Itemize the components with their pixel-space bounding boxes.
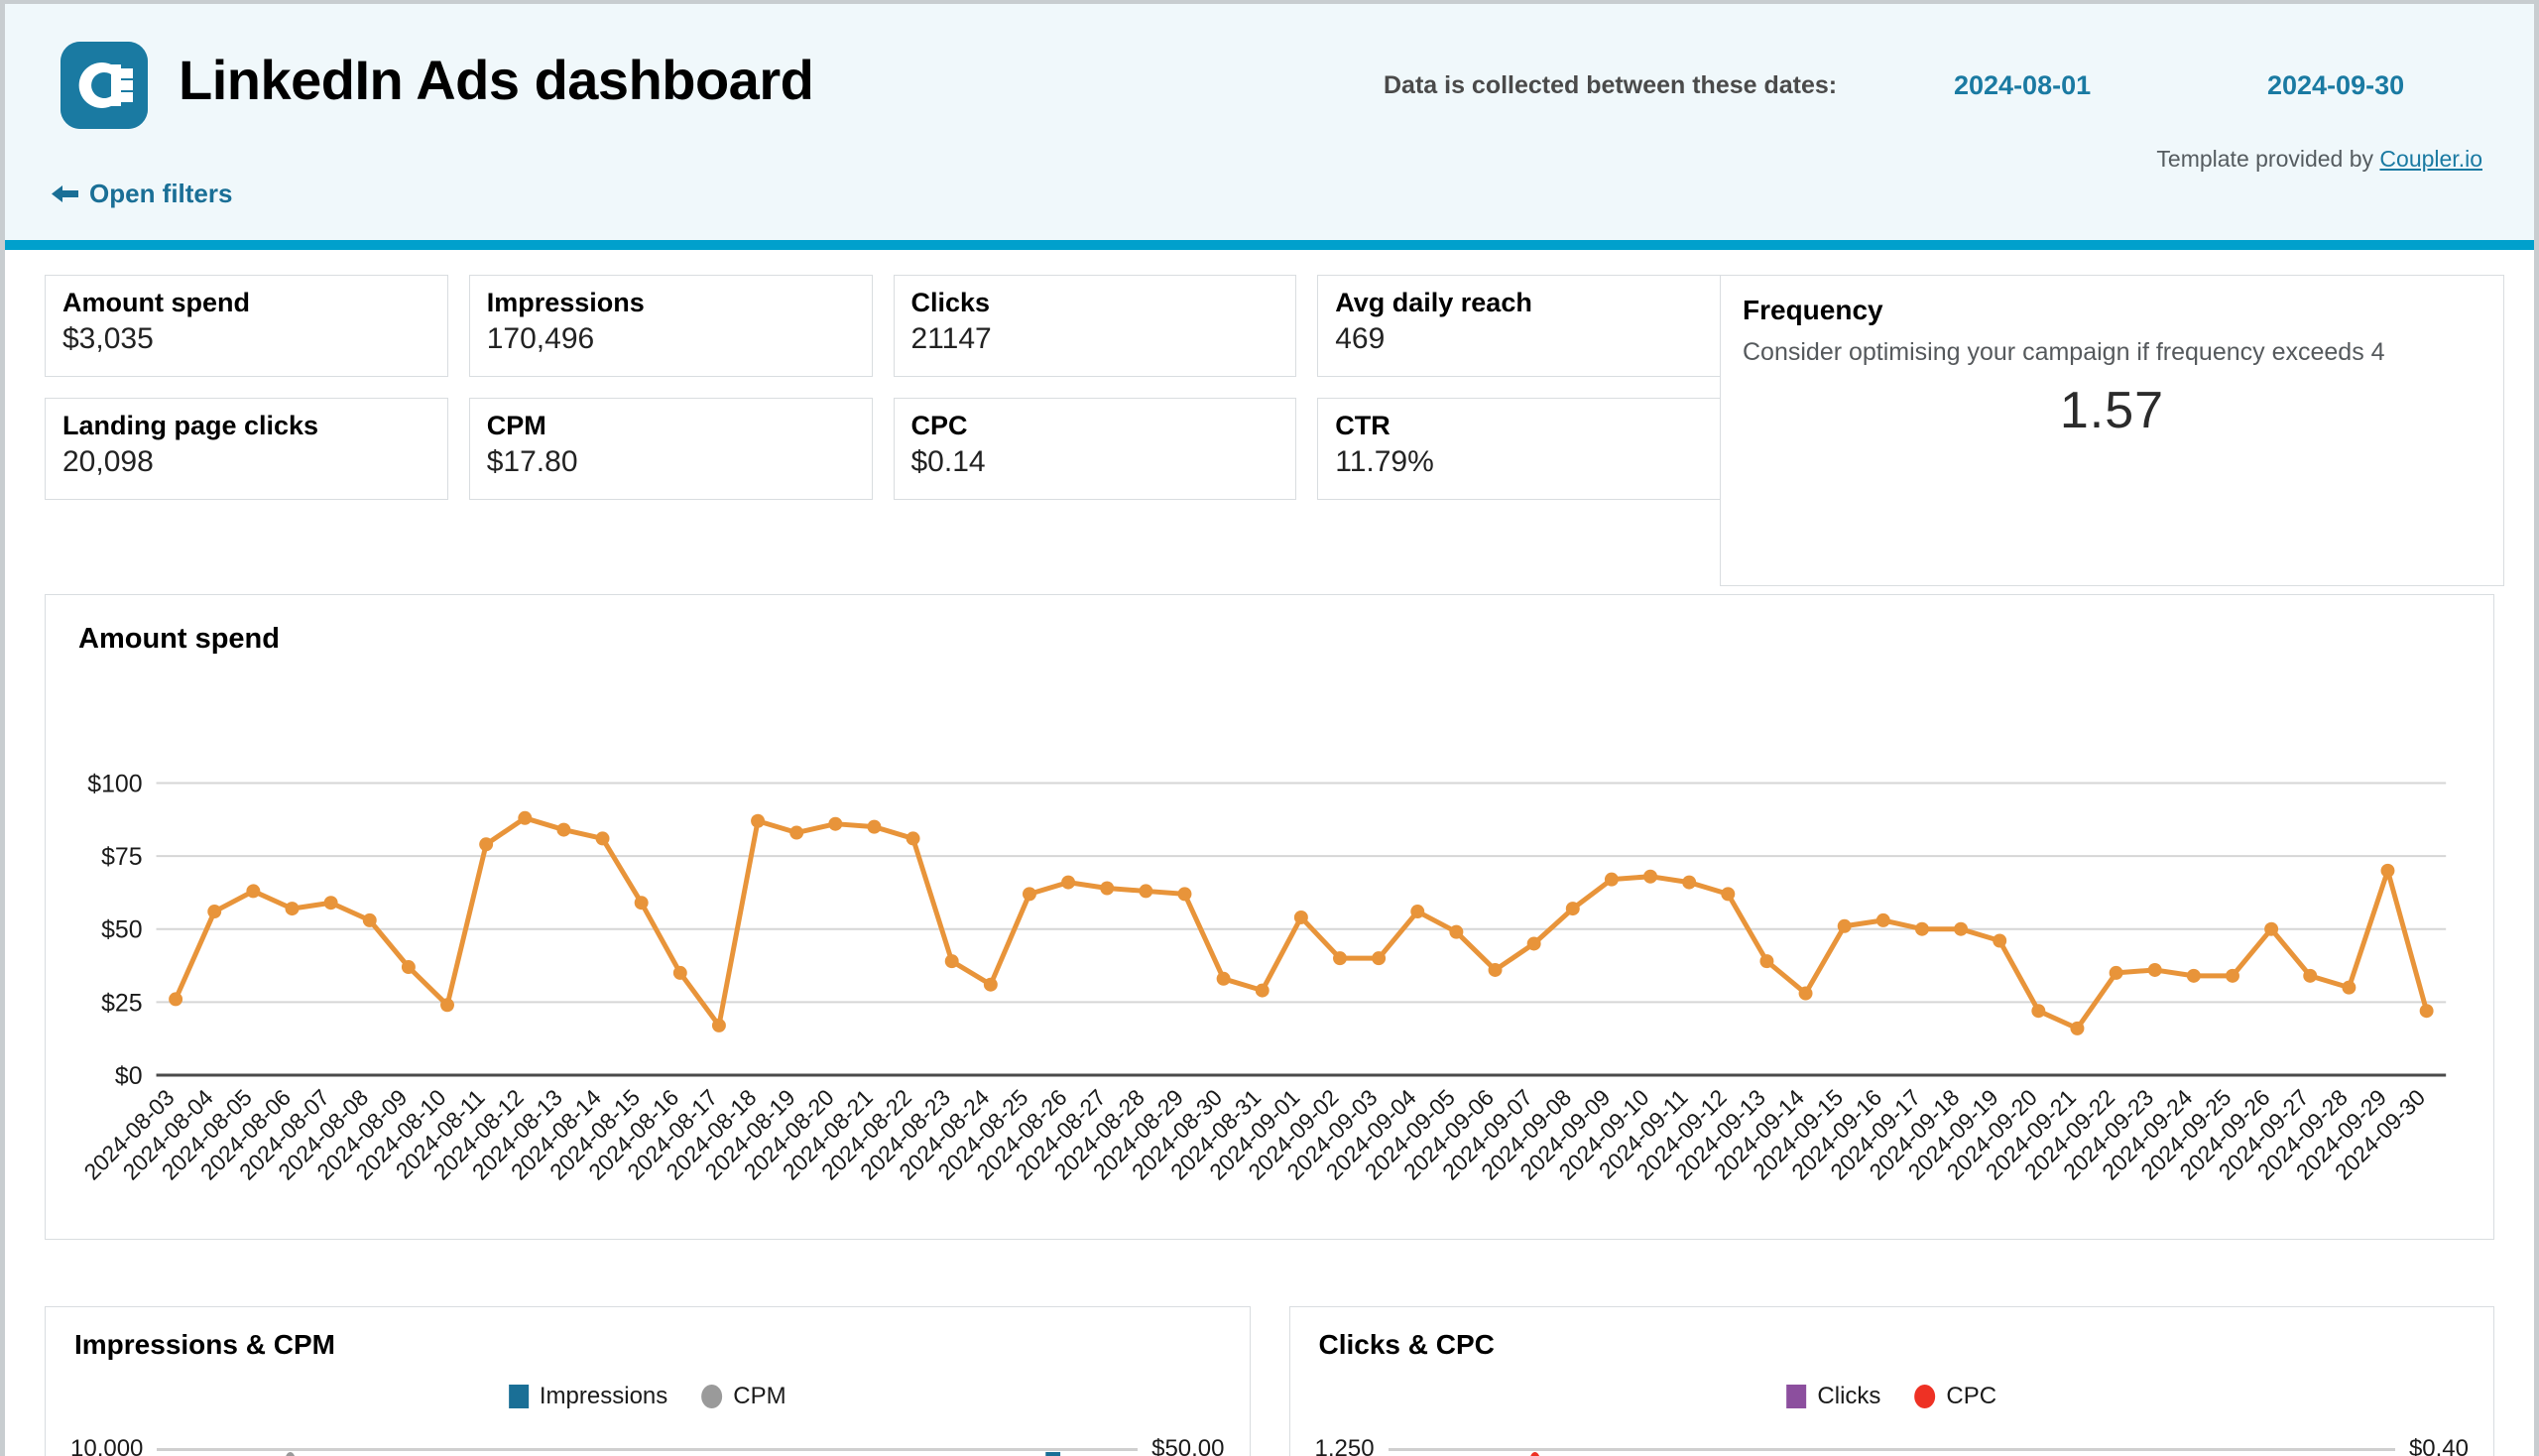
kpi-value: 21147 bbox=[910, 322, 992, 356]
impressions-cpm-plot[interactable] bbox=[46, 1446, 1250, 1456]
legend-label: CPC bbox=[1946, 1383, 1997, 1409]
kpi-card-ctr: CTR 11.79% bbox=[1317, 398, 1721, 500]
kpi-card-amount-spend: Amount spend $3,035 bbox=[45, 275, 448, 377]
amount-spend-chart-panel: Amount spend $0 $25 $50 $75 $100 2024-08-03 20… bbox=[45, 594, 2494, 1240]
legend-item-cpm[interactable]: CPM bbox=[701, 1383, 786, 1410]
clicks-cpc-panel: Clicks & CPC Clicks CPC 1,250 $0.40 bbox=[1288, 1306, 2494, 1456]
impressions-swatch-icon bbox=[508, 1385, 529, 1408]
dashboard-header: LinkedIn Ads dashboard Data is collected… bbox=[5, 4, 2534, 250]
kpi-title: Landing page clicks bbox=[62, 411, 319, 440]
date-range-to[interactable]: 2024-09-30 bbox=[2267, 70, 2404, 101]
legend-label: Clicks bbox=[1817, 1383, 1881, 1409]
date-range-label: Data is collected between these dates: bbox=[1384, 71, 1838, 99]
frequency-card: Frequency Consider optimising your campa… bbox=[1720, 275, 2504, 586]
frequency-title: Frequency bbox=[1743, 295, 1883, 325]
kpi-card-impressions: Impressions 170,496 bbox=[468, 275, 873, 377]
kpi-title: CPM bbox=[486, 411, 546, 440]
date-range-from[interactable]: 2024-08-01 bbox=[1954, 70, 2091, 101]
impressions-cpm-legend: Impressions CPM bbox=[508, 1383, 786, 1410]
kpi-value: $3,035 bbox=[62, 322, 154, 356]
clicks-cpc-legend: Clicks CPC bbox=[1786, 1383, 1996, 1410]
open-filters-label: Open filters bbox=[89, 179, 233, 208]
clicks-cpc-title: Clicks & CPC bbox=[1318, 1329, 1495, 1360]
legend-item-cpc[interactable]: CPC bbox=[1914, 1383, 1996, 1410]
legend-label: CPM bbox=[733, 1383, 786, 1409]
kpi-title: CPC bbox=[910, 411, 968, 440]
kpi-value: 469 bbox=[1335, 322, 1386, 356]
arrow-left-icon bbox=[52, 182, 78, 205]
svg-text:$100: $100 bbox=[87, 770, 142, 797]
open-filters-button[interactable]: Open filters bbox=[52, 179, 232, 209]
kpi-value: 20,098 bbox=[62, 445, 154, 479]
bottom-charts-row: Impressions & CPM Impressions CPM 10,000… bbox=[45, 1306, 2494, 1456]
legend-item-clicks[interactable]: Clicks bbox=[1786, 1383, 1880, 1410]
impressions-cpm-panel: Impressions & CPM Impressions CPM 10,000… bbox=[45, 1306, 1251, 1456]
svg-text:$50: $50 bbox=[101, 916, 143, 944]
kpi-row-1: Amount spend $3,035 Impressions 170,496 … bbox=[45, 275, 1721, 377]
clicks-swatch-icon bbox=[1786, 1385, 1807, 1408]
kpi-title: Impressions bbox=[486, 288, 645, 317]
kpi-value: 170,496 bbox=[486, 322, 595, 356]
cpm-swatch-icon bbox=[701, 1385, 723, 1408]
kpi-title: CTR bbox=[1335, 411, 1390, 440]
kpi-section: Amount spend $3,035 Impressions 170,496 … bbox=[5, 250, 2534, 586]
amount-spend-chart[interactable]: $0 $25 $50 $75 $100 2024-08-03 2024-08-04 2024-… bbox=[46, 595, 2493, 1239]
impressions-cpm-title: Impressions & CPM bbox=[74, 1329, 335, 1360]
kpi-title: Amount spend bbox=[62, 288, 250, 317]
frequency-subtitle: Consider optimising your campaign if fre… bbox=[1743, 338, 2385, 366]
template-credit-text: Template provided by bbox=[2156, 146, 2380, 172]
kpi-card-clicks: Clicks 21147 bbox=[893, 275, 1297, 377]
kpi-grid: Amount spend $3,035 Impressions 170,496 … bbox=[45, 275, 1721, 500]
dashboard-page: LinkedIn Ads dashboard Data is collected… bbox=[0, 0, 2539, 1456]
kpi-value: $0.14 bbox=[910, 445, 986, 479]
kpi-title: Avg daily reach bbox=[1335, 288, 1532, 317]
clicks-cpc-plot[interactable] bbox=[1290, 1446, 2494, 1456]
header-accent-bar bbox=[5, 240, 2534, 250]
kpi-card-landing-page-clicks: Landing page clicks 20,098 bbox=[45, 398, 448, 500]
kpi-card-cpm: CPM $17.80 bbox=[468, 398, 873, 500]
kpi-row-2: Landing page clicks 20,098 CPM $17.80 CP… bbox=[45, 398, 1721, 500]
svg-text:$0: $0 bbox=[115, 1062, 143, 1090]
cpc-swatch-icon bbox=[1914, 1385, 1936, 1408]
coupler-io-link[interactable]: Coupler.io bbox=[2379, 146, 2482, 172]
legend-label: Impressions bbox=[539, 1383, 668, 1409]
kpi-value: 11.79% bbox=[1335, 445, 1434, 479]
coupler-logo-icon bbox=[60, 42, 148, 129]
legend-item-impressions[interactable]: Impressions bbox=[508, 1383, 668, 1410]
svg-text:$75: $75 bbox=[101, 843, 143, 871]
template-credit: Template provided by Coupler.io bbox=[2156, 146, 2482, 173]
kpi-title: Clicks bbox=[910, 288, 991, 317]
svg-text:$25: $25 bbox=[101, 989, 143, 1017]
kpi-value: $17.80 bbox=[486, 445, 578, 479]
frequency-value: 1.57 bbox=[2059, 382, 2165, 439]
kpi-card-avg-daily-reach: Avg daily reach 469 bbox=[1317, 275, 1721, 377]
kpi-card-cpc: CPC $0.14 bbox=[893, 398, 1297, 500]
page-title: LinkedIn Ads dashboard bbox=[179, 49, 814, 111]
